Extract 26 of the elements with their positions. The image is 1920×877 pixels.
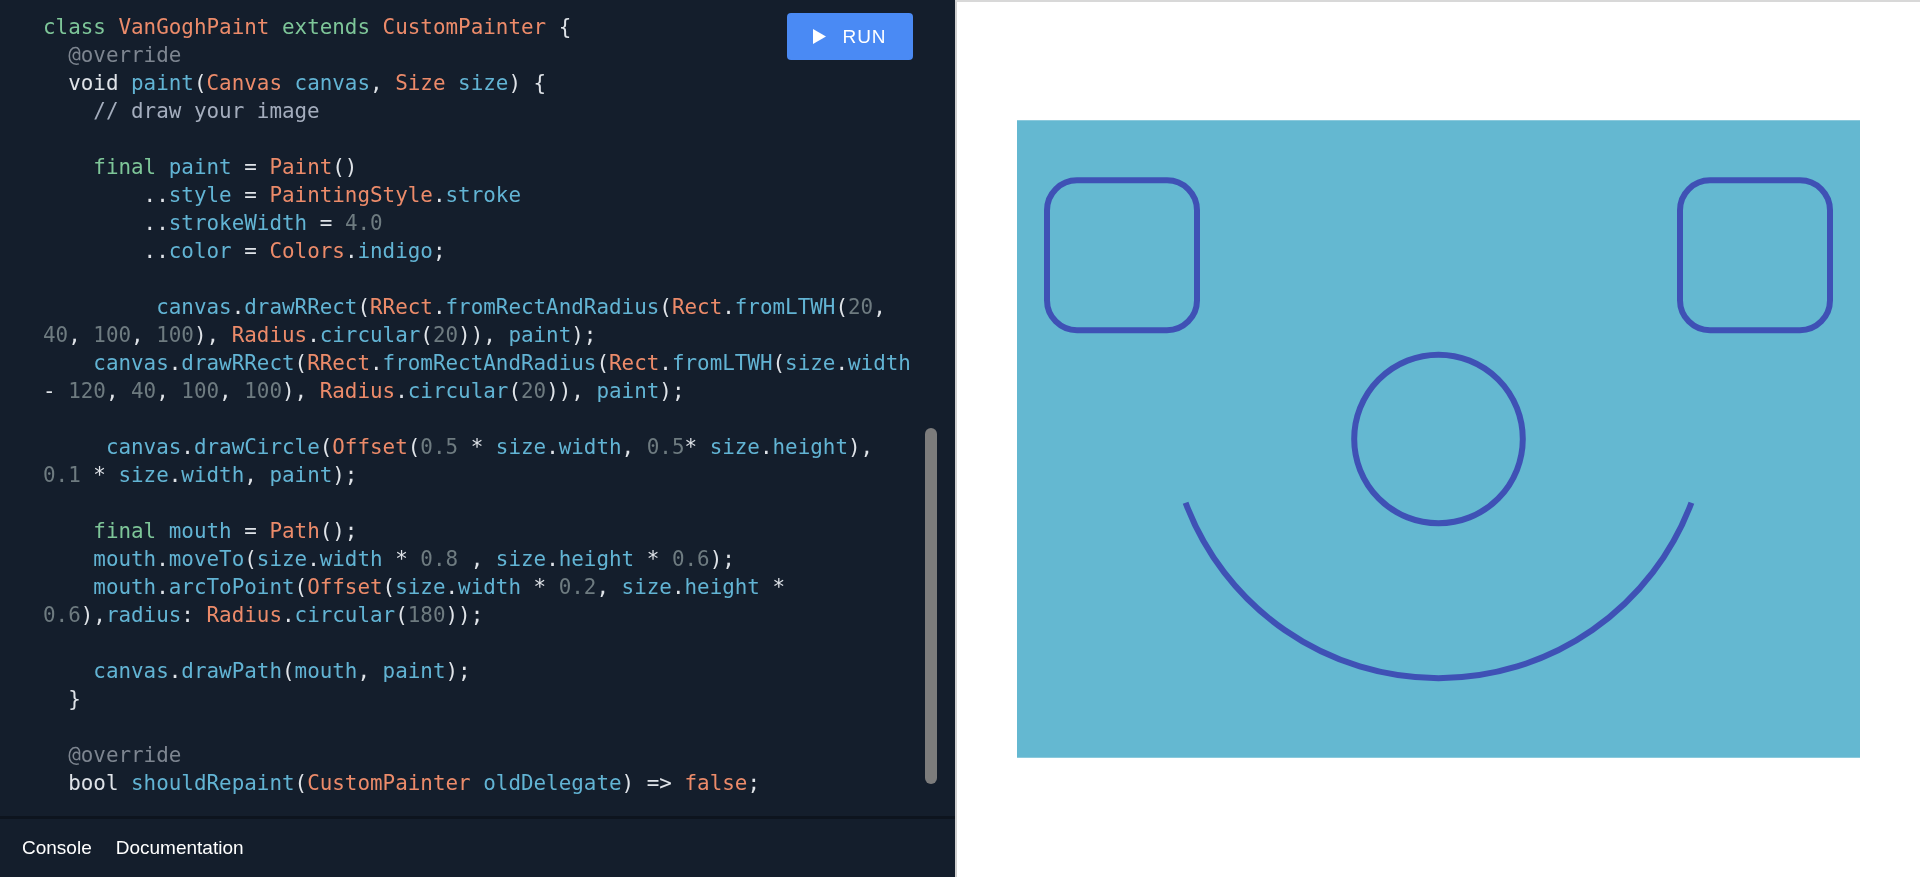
- code-line: class VanGoghPaint extends CustomPainter {: [43, 14, 572, 41]
- code-line: canvas.drawRRect(RRect.fromRectAndRadius(Rect.fromLTWH(size.width: [92, 350, 911, 377]
- code-line: ..style = PaintingStyle.stroke: [142, 182, 521, 209]
- panel-tab[interactable]: Documentation: [105, 831, 254, 865]
- code-line: }: [67, 686, 81, 713]
- code-line: 0.6),radius: Radius.circular(180));: [43, 602, 484, 629]
- scrollbar-thumb[interactable]: [925, 428, 937, 784]
- code-line: final mouth = Path();: [92, 518, 358, 545]
- panel-tab[interactable]: Console: [12, 831, 102, 865]
- code-line: mouth.arcToPoint(Offset(size.width * 0.2, size.height *: [92, 574, 786, 601]
- code-line: 40, 100, 100), Radius.circular(20)), paint);: [43, 322, 597, 349]
- code-line: bool shouldRepaint(CustomPainter oldDelegate) => false;: [67, 770, 760, 797]
- code-line: ..color = Colors.indigo;: [142, 238, 446, 265]
- code-line: ..strokeWidth = 4.0: [142, 210, 383, 237]
- code-line: // draw your image: [92, 98, 320, 125]
- code-line: canvas.drawPath(mouth, paint);: [92, 658, 471, 685]
- code-line: @override: [67, 42, 182, 69]
- code-line: @override: [67, 742, 182, 769]
- code-line: canvas.drawRRect(RRect.fromRectAndRadius(Rect.fromLTWH(20,: [155, 294, 886, 321]
- play-icon: [813, 29, 827, 44]
- code-line: void paint(Canvas canvas, Size size) {: [67, 70, 547, 97]
- code-line: final paint = Paint(): [92, 154, 358, 181]
- code-line: - 120, 40, 100, 100), Radius.circular(20)), paint);: [43, 378, 685, 405]
- code-line: canvas.drawCircle(Offset(0.5 * size.width, 0.5* size.height),: [104, 434, 874, 461]
- code-line: mouth.moveTo(size.width * 0.8 , size.height * 0.6);: [92, 546, 735, 573]
- code-line: 0.1 * size.width, paint);: [43, 462, 358, 489]
